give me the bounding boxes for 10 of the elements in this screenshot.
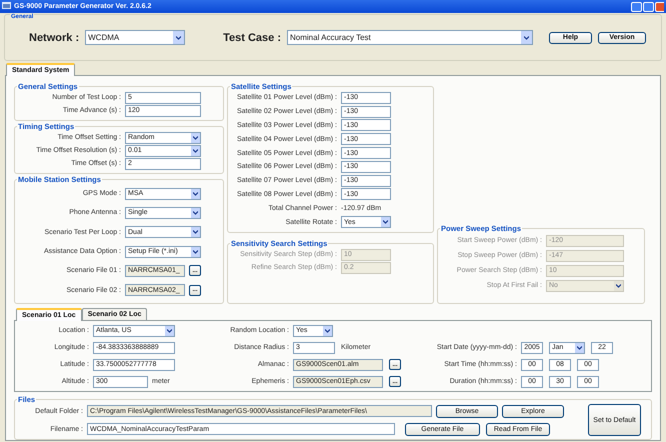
network-label: Network :: [29, 32, 80, 44]
dropdown-value: Nominal Accuracy Test: [290, 33, 371, 42]
app-icon: [2, 2, 11, 9]
maximize-button[interactable]: [643, 2, 654, 12]
minimize-button[interactable]: [631, 2, 642, 12]
dropdown[interactable]: Nominal Accuracy Test: [287, 30, 533, 45]
dropdown[interactable]: WCDMA: [85, 30, 186, 45]
close-button[interactable]: [655, 2, 664, 12]
dropdown-value: WCDMA: [88, 33, 120, 42]
test-case-label: Test Case :: [223, 32, 281, 44]
